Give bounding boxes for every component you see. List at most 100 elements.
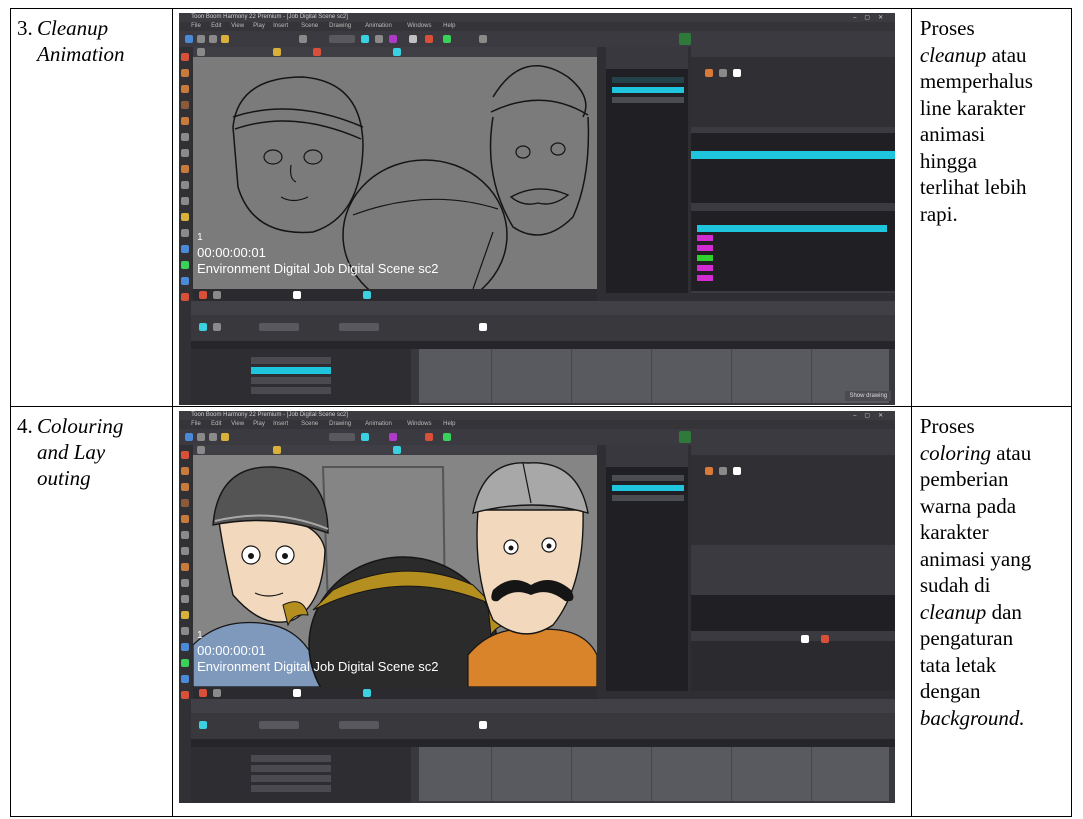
- drawing-viewport[interactable]: 1 00:00:00:01 Environment Digital Job Di…: [193, 455, 598, 687]
- color-tool-icon[interactable]: [389, 35, 398, 43]
- timeline-layer[interactable]: [251, 785, 332, 792]
- timeline-icon[interactable]: [479, 323, 488, 331]
- zoom-icon[interactable]: [181, 611, 190, 619]
- new-icon[interactable]: [185, 35, 194, 43]
- marker-icon[interactable]: [313, 48, 322, 56]
- contour-icon[interactable]: [181, 133, 190, 141]
- timeline-field[interactable]: [259, 721, 300, 729]
- list-item-selected[interactable]: [612, 87, 685, 93]
- menu-help[interactable]: Help: [443, 23, 455, 29]
- hand-icon[interactable]: [181, 595, 190, 603]
- timeline-layer[interactable]: [251, 775, 332, 782]
- rig-icon[interactable]: [181, 277, 190, 285]
- light-icon[interactable]: [273, 446, 282, 454]
- menu-play[interactable]: Play: [253, 23, 265, 29]
- record-icon[interactable]: [199, 291, 208, 299]
- timeline-icon[interactable]: [199, 323, 208, 331]
- menu-help[interactable]: Help: [443, 421, 455, 427]
- menu-view[interactable]: View: [231, 421, 244, 427]
- tool-mode-icon[interactable]: [705, 69, 714, 77]
- timeline-field[interactable]: [339, 323, 380, 331]
- tool-mode-icon[interactable]: [719, 467, 728, 475]
- timeline-layer[interactable]: [251, 387, 332, 394]
- new-icon[interactable]: [185, 433, 194, 441]
- eraser-icon[interactable]: [425, 433, 434, 441]
- eraser-icon[interactable]: [425, 35, 434, 43]
- brush-icon[interactable]: [181, 467, 190, 475]
- pencil-icon[interactable]: [409, 35, 418, 43]
- zoom-field[interactable]: [329, 35, 356, 43]
- dropper-icon[interactable]: [181, 181, 190, 189]
- menu-edit[interactable]: Edit: [211, 421, 221, 427]
- menu-file[interactable]: File: [191, 421, 201, 427]
- cutter-icon[interactable]: [181, 547, 190, 555]
- timeline-tracks[interactable]: [419, 349, 890, 403]
- deform-icon[interactable]: [181, 659, 190, 667]
- timeline-field[interactable]: [259, 323, 300, 331]
- menu-scene[interactable]: Scene: [301, 23, 318, 29]
- morph-icon[interactable]: [181, 691, 190, 699]
- loop-icon[interactable]: [363, 291, 372, 299]
- menu-windows[interactable]: Windows: [407, 421, 431, 427]
- menu-windows[interactable]: Windows: [407, 23, 431, 29]
- palette-icon[interactable]: [801, 635, 810, 643]
- zoom-icon[interactable]: [181, 213, 190, 221]
- menu-scene[interactable]: Scene: [301, 421, 318, 427]
- deform-icon[interactable]: [181, 261, 190, 269]
- rotate-icon[interactable]: [181, 627, 190, 635]
- zoom-field[interactable]: [329, 433, 356, 441]
- timeline-tracks[interactable]: [419, 747, 890, 801]
- rotate-icon[interactable]: [181, 229, 190, 237]
- record-icon[interactable]: [199, 689, 208, 697]
- list-item-selected[interactable]: [612, 485, 685, 491]
- swatch-selected[interactable]: [697, 225, 888, 232]
- select-icon[interactable]: [181, 451, 190, 459]
- light-icon[interactable]: [273, 48, 282, 56]
- loop-icon[interactable]: [363, 689, 372, 697]
- cutter-icon[interactable]: [181, 149, 190, 157]
- list-item[interactable]: [612, 495, 685, 501]
- timeline-field[interactable]: [339, 721, 380, 729]
- play-icon[interactable]: [213, 291, 222, 299]
- menu-edit[interactable]: Edit: [211, 23, 221, 29]
- list-item[interactable]: [612, 77, 685, 83]
- undo-icon[interactable]: [221, 35, 230, 43]
- color-tool-icon[interactable]: [389, 433, 398, 441]
- morph-icon[interactable]: [181, 293, 190, 301]
- play-icon[interactable]: [213, 689, 222, 697]
- sound-icon[interactable]: [293, 689, 302, 697]
- open-icon[interactable]: [197, 35, 206, 43]
- view-icon[interactable]: [197, 446, 206, 454]
- timeline-icon[interactable]: [479, 721, 488, 729]
- timeline-layer-selected[interactable]: [251, 367, 332, 374]
- paint-icon[interactable]: [181, 515, 190, 523]
- undo-icon[interactable]: [221, 433, 230, 441]
- pencil-icon[interactable]: [181, 483, 190, 491]
- brush-icon[interactable]: [181, 69, 190, 77]
- paint-icon[interactable]: [443, 35, 452, 43]
- drawing-viewport[interactable]: 1 00:00:00:01 Environment Digital Job Di…: [193, 57, 598, 289]
- menu-file[interactable]: File: [191, 23, 201, 29]
- eraser-icon[interactable]: [181, 101, 190, 109]
- sync-icon[interactable]: [393, 446, 402, 454]
- eraser-icon[interactable]: [181, 499, 190, 507]
- menu-drawing[interactable]: Drawing: [329, 421, 351, 427]
- menu-play[interactable]: Play: [253, 421, 265, 427]
- tool-mode-icon[interactable]: [719, 69, 728, 77]
- color-swatch[interactable]: [697, 255, 714, 261]
- view-icon[interactable]: [197, 48, 206, 56]
- timeline-icon[interactable]: [213, 323, 222, 331]
- save-icon[interactable]: [209, 35, 218, 43]
- tool-mode-icon[interactable]: [705, 467, 714, 475]
- menu-view[interactable]: View: [231, 23, 244, 29]
- transform-icon[interactable]: [375, 35, 384, 43]
- sound-icon[interactable]: [293, 291, 302, 299]
- camera-icon[interactable]: [181, 643, 190, 651]
- sync-icon[interactable]: [393, 48, 402, 56]
- paint-icon[interactable]: [443, 433, 452, 441]
- camera-icon[interactable]: [181, 245, 190, 253]
- timeline-layer[interactable]: [251, 755, 332, 762]
- color-swatch[interactable]: [697, 235, 714, 241]
- layer-selected[interactable]: [691, 151, 896, 159]
- list-item[interactable]: [612, 475, 685, 481]
